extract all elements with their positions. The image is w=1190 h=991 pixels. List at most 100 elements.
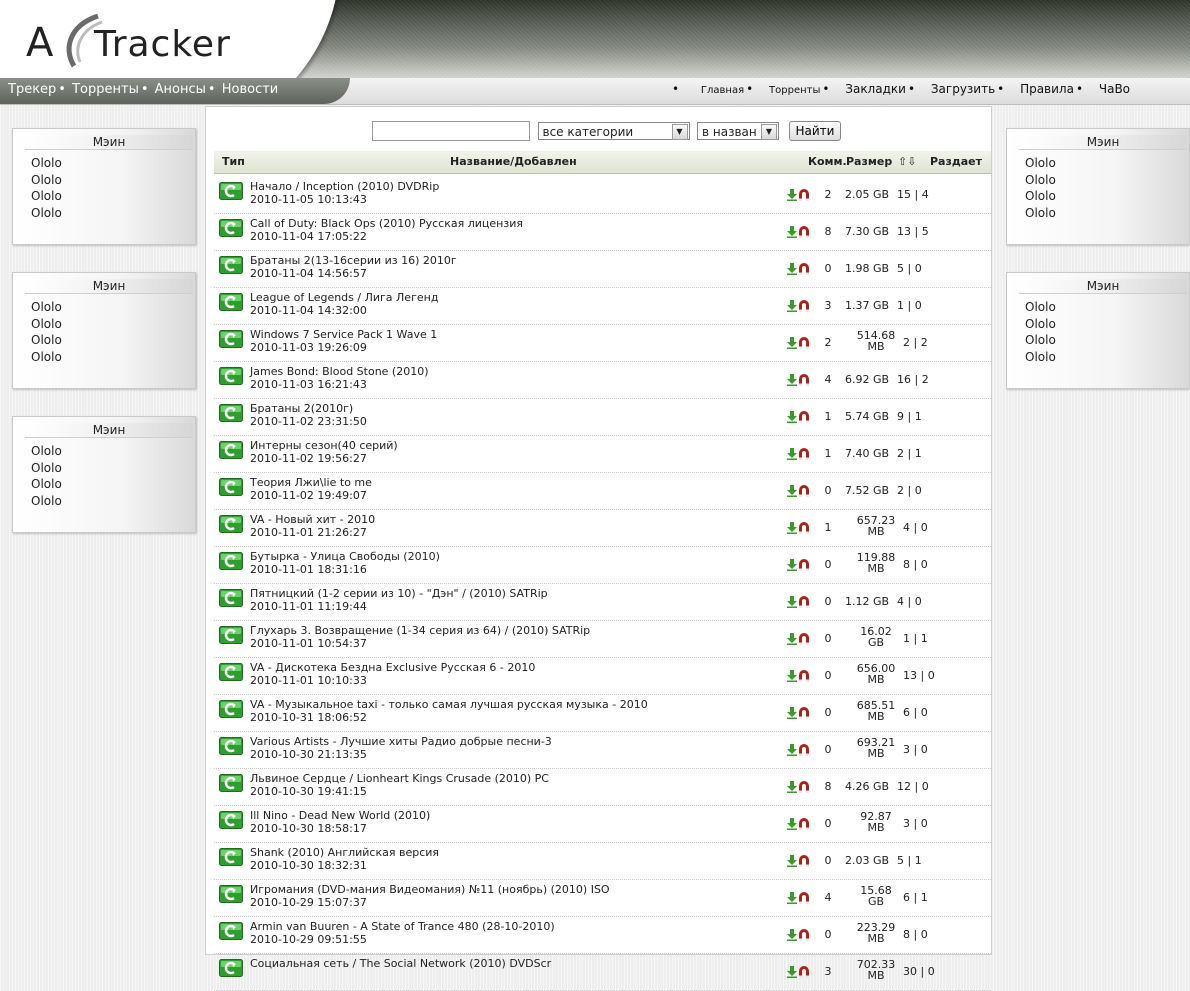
comment-count[interactable]: 3 bbox=[818, 966, 838, 978]
box-link[interactable]: Ololo bbox=[1025, 188, 1056, 205]
header-size[interactable]: Размер bbox=[846, 151, 892, 173]
download-arrow-icon[interactable] bbox=[786, 781, 798, 793]
box-link[interactable]: Ololo bbox=[31, 349, 62, 366]
green-torrent-icon[interactable] bbox=[219, 219, 243, 237]
magnet-icon[interactable] bbox=[798, 374, 810, 386]
torrent-title-link[interactable]: Интерны сезон(40 серий) bbox=[250, 440, 398, 452]
box-link[interactable]: Ololo bbox=[31, 172, 62, 189]
green-torrent-icon[interactable] bbox=[219, 441, 243, 459]
green-torrent-icon[interactable] bbox=[219, 885, 243, 903]
category-select[interactable]: все категории ▼ bbox=[537, 122, 690, 140]
magnet-icon[interactable] bbox=[798, 633, 810, 645]
download-arrow-icon[interactable] bbox=[786, 892, 798, 904]
comment-count[interactable]: 0 bbox=[818, 633, 838, 645]
nav-link-bookmarks[interactable]: Закладки bbox=[845, 82, 906, 96]
box-link[interactable]: Ololo bbox=[31, 443, 62, 460]
comment-count[interactable]: 0 bbox=[818, 559, 838, 571]
magnet-icon[interactable] bbox=[798, 670, 810, 682]
magnet-icon[interactable] bbox=[798, 781, 810, 793]
magnet-icon[interactable] bbox=[798, 596, 810, 608]
box-link[interactable]: Ololo bbox=[1025, 332, 1056, 349]
magnet-icon[interactable] bbox=[798, 485, 810, 497]
box-link[interactable]: Ololo bbox=[1025, 155, 1056, 172]
green-torrent-icon[interactable] bbox=[219, 774, 243, 792]
nav-link-rules[interactable]: Правила bbox=[1020, 82, 1074, 96]
green-torrent-icon[interactable] bbox=[219, 293, 243, 311]
torrent-title-link[interactable]: Call of Duty: Black Ops (2010) Русская л… bbox=[250, 218, 523, 230]
nav-link-faq[interactable]: ЧаВо bbox=[1099, 82, 1130, 96]
comment-count[interactable]: 0 bbox=[818, 485, 838, 497]
comment-count[interactable]: 4 bbox=[818, 374, 838, 386]
comment-count[interactable]: 8 bbox=[818, 226, 838, 238]
torrent-title-link[interactable]: Various Artists - Лучшие хиты Радио добр… bbox=[250, 736, 552, 748]
download-arrow-icon[interactable] bbox=[786, 485, 798, 497]
comment-count[interactable]: 1 bbox=[818, 522, 838, 534]
comment-count[interactable]: 0 bbox=[818, 855, 838, 867]
torrent-title-link[interactable]: VA - Дискотека Бездна Exclusive Русская … bbox=[250, 662, 535, 674]
green-torrent-icon[interactable] bbox=[219, 589, 243, 607]
green-torrent-icon[interactable] bbox=[219, 367, 243, 385]
comment-count[interactable]: 0 bbox=[818, 670, 838, 682]
download-arrow-icon[interactable] bbox=[786, 263, 798, 275]
comment-count[interactable]: 2 bbox=[818, 337, 838, 349]
box-link[interactable]: Ololo bbox=[1025, 205, 1056, 222]
nav-link-announces[interactable]: Анонсы bbox=[155, 82, 206, 97]
torrent-title-link[interactable]: League of Legends / Лига Легенд bbox=[250, 292, 438, 304]
green-torrent-icon[interactable] bbox=[219, 552, 243, 570]
green-torrent-icon[interactable] bbox=[219, 626, 243, 644]
green-torrent-icon[interactable] bbox=[219, 848, 243, 866]
torrent-title-link[interactable]: Братаны 2(13-16серии из 16) 2010г bbox=[250, 255, 457, 267]
box-link[interactable]: Ololo bbox=[1025, 299, 1056, 316]
magnet-icon[interactable] bbox=[798, 448, 810, 460]
torrent-title-link[interactable]: Игромания (DVD-мания Видеомания) №11 (но… bbox=[250, 884, 610, 896]
download-arrow-icon[interactable] bbox=[786, 448, 798, 460]
box-link[interactable]: Ololo bbox=[31, 460, 62, 477]
download-arrow-icon[interactable] bbox=[786, 670, 798, 682]
download-arrow-icon[interactable] bbox=[786, 189, 798, 201]
torrent-title-link[interactable]: Пятницкий (1-2 серии из 10) - "Дэн" / (2… bbox=[250, 588, 548, 600]
comment-count[interactable]: 4 bbox=[818, 892, 838, 904]
torrent-title-link[interactable]: Windows 7 Service Pack 1 Wave 1 bbox=[250, 329, 437, 341]
torrent-title-link[interactable]: James Bond: Blood Stone (2010) bbox=[250, 366, 429, 378]
search-input[interactable] bbox=[372, 121, 530, 141]
torrent-title-link[interactable]: Бутырка - Улица Свободы (2010) bbox=[250, 551, 440, 563]
magnet-icon[interactable] bbox=[798, 818, 810, 830]
box-link[interactable]: Ololo bbox=[31, 316, 62, 333]
nav-link-home[interactable]: Главная bbox=[701, 85, 744, 96]
sort-arrows-icon[interactable]: ⇧⇩ bbox=[898, 151, 916, 173]
download-arrow-icon[interactable] bbox=[786, 374, 798, 386]
comment-count[interactable]: 3 bbox=[818, 300, 838, 312]
comment-count[interactable]: 0 bbox=[818, 707, 838, 719]
green-torrent-icon[interactable] bbox=[219, 404, 243, 422]
download-arrow-icon[interactable] bbox=[786, 300, 798, 312]
search-button[interactable]: Найти bbox=[788, 121, 842, 141]
torrent-title-link[interactable]: Социальная сеть / The Social Network (20… bbox=[250, 958, 551, 970]
site-logo[interactable]: A Tracker bbox=[26, 14, 266, 68]
torrent-title-link[interactable]: VA - Новый хит - 2010 bbox=[250, 514, 375, 526]
green-torrent-icon[interactable] bbox=[219, 959, 243, 977]
nav-link-torrents[interactable]: Торренты bbox=[72, 82, 139, 97]
green-torrent-icon[interactable] bbox=[219, 737, 243, 755]
download-arrow-icon[interactable] bbox=[786, 855, 798, 867]
green-torrent-icon[interactable] bbox=[219, 922, 243, 940]
magnet-icon[interactable] bbox=[798, 189, 810, 201]
magnet-icon[interactable] bbox=[798, 707, 810, 719]
green-torrent-icon[interactable] bbox=[219, 663, 243, 681]
magnet-icon[interactable] bbox=[798, 966, 810, 978]
magnet-icon[interactable] bbox=[798, 892, 810, 904]
magnet-icon[interactable] bbox=[798, 226, 810, 238]
download-arrow-icon[interactable] bbox=[786, 226, 798, 238]
green-torrent-icon[interactable] bbox=[219, 182, 243, 200]
nav-link-torrents-right[interactable]: Торренты bbox=[769, 85, 820, 96]
magnet-icon[interactable] bbox=[798, 855, 810, 867]
download-arrow-icon[interactable] bbox=[786, 744, 798, 756]
header-name[interactable]: Название/Добавлен bbox=[450, 151, 577, 173]
nav-link-upload[interactable]: Загрузить bbox=[931, 82, 995, 96]
torrent-title-link[interactable]: Львиное Сердце / Lionheart Kings Crusade… bbox=[250, 773, 549, 785]
magnet-icon[interactable] bbox=[798, 411, 810, 423]
comment-count[interactable]: 0 bbox=[818, 744, 838, 756]
box-link[interactable]: Ololo bbox=[31, 188, 62, 205]
box-link[interactable]: Ololo bbox=[31, 205, 62, 222]
box-link[interactable]: Ololo bbox=[31, 493, 62, 510]
green-torrent-icon[interactable] bbox=[219, 330, 243, 348]
